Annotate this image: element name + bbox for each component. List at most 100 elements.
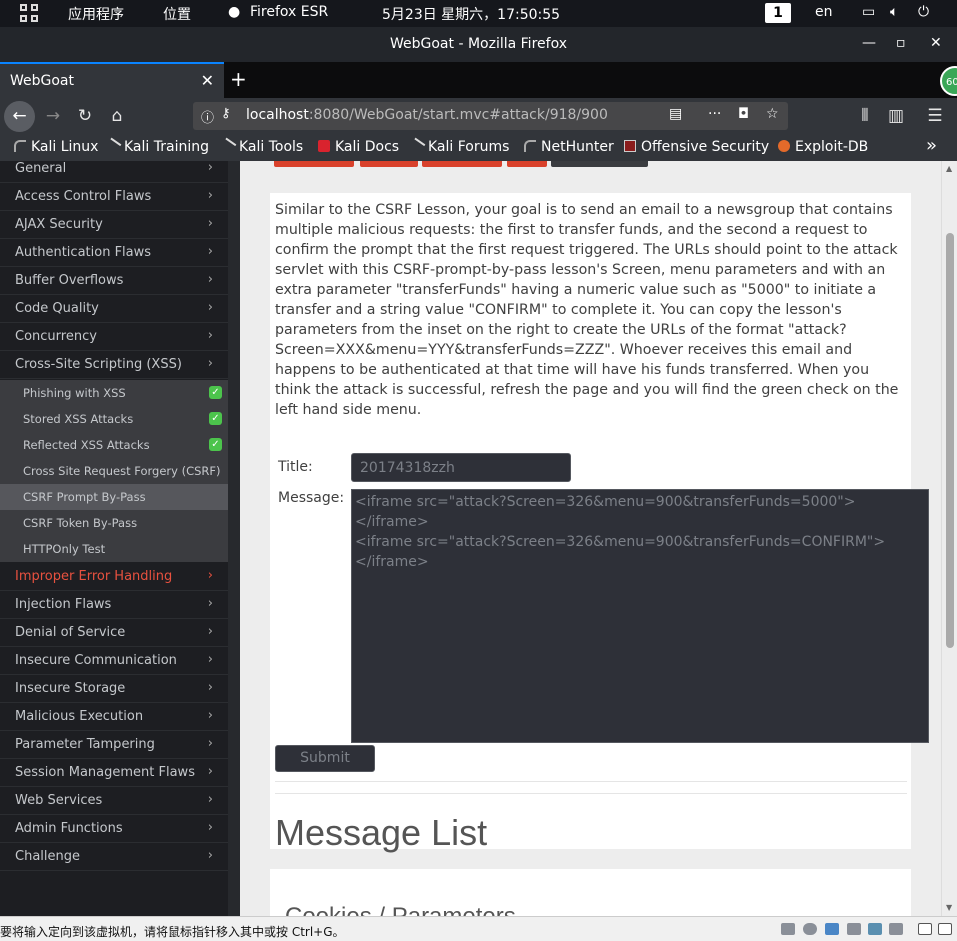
java-source-button[interactable]: [274, 161, 354, 167]
display-icon[interactable]: ▭: [862, 4, 875, 20]
restart-lesson-button[interactable]: [551, 161, 648, 167]
sidebar-category[interactable]: AJAX Security ›: [0, 211, 228, 239]
clock[interactable]: 5月23日 星期六，17:50:55: [382, 4, 560, 24]
page-scrollbar[interactable]: ▲ ▼: [941, 161, 957, 916]
lesson-plan-button[interactable]: [422, 161, 502, 167]
close-window-icon[interactable]: ✕: [930, 35, 942, 51]
scrollbar-thumb[interactable]: [946, 233, 954, 648]
sidebar-category[interactable]: Insecure Communication ›: [0, 647, 228, 675]
submit-button[interactable]: Submit: [275, 745, 375, 772]
info-icon[interactable]: ⓘ: [201, 107, 214, 126]
sidebar-category[interactable]: Improper Error Handling ›: [0, 563, 228, 591]
tab-strip: WebGoat ✕ +: [0, 62, 957, 98]
hdd-icon[interactable]: [781, 923, 795, 935]
printer-icon[interactable]: [847, 923, 861, 935]
url-text[interactable]: localhost:8080/WebGoat/start.mvc#attack/…: [246, 107, 608, 123]
workspace-indicator[interactable]: 1: [765, 3, 791, 23]
home-icon[interactable]: ⌂: [104, 103, 130, 129]
sidebar-category[interactable]: Insecure Storage ›: [0, 675, 228, 703]
chevron-right-icon: ›: [207, 328, 213, 343]
sidebar-lesson[interactable]: Cross Site Request Forgery (CSRF): [0, 458, 228, 484]
sidebar-category[interactable]: Injection Flaws ›: [0, 591, 228, 619]
library-icon[interactable]: ⫴: [852, 103, 878, 129]
message-textarea[interactable]: <iframe src="attack?Screen=326&menu=900&…: [351, 489, 929, 743]
hamburger-menu-icon[interactable]: ☰: [922, 103, 948, 129]
bookmark-kali-docs[interactable]: Kali Docs: [318, 139, 399, 155]
solution-button[interactable]: [360, 161, 418, 167]
title-input[interactable]: [351, 453, 571, 482]
sidebar-category-label: Admin Functions: [15, 821, 123, 836]
lesson-sidebar: General › Access Control Flaws › AJAX Securi…: [0, 160, 240, 916]
cd-icon[interactable]: [803, 923, 817, 935]
fullscreen-icon[interactable]: [918, 923, 932, 935]
sidebar-category-label: General: [15, 161, 67, 176]
minimize-icon[interactable]: —: [862, 35, 876, 51]
power-icon[interactable]: ⏻: [918, 4, 929, 20]
bookmark-nethunter[interactable]: NetHunter: [524, 139, 614, 155]
sidebar-category[interactable]: Authentication Flaws ›: [0, 239, 228, 267]
apps-grid-icon[interactable]: [20, 4, 38, 22]
sidebar-lesson[interactable]: Reflected XSS Attacks ✓: [0, 432, 228, 458]
volume-icon[interactable]: 🔈︎: [890, 4, 898, 20]
scroll-down-icon[interactable]: ▼: [946, 903, 952, 912]
bookmark-exploit-db[interactable]: Exploit-DB: [778, 139, 868, 155]
sidebar-category[interactable]: Denial of Service ›: [0, 619, 228, 647]
key-icon[interactable]: ⚷: [221, 106, 231, 121]
usb-icon[interactable]: [889, 923, 903, 935]
chevron-right-icon: ›: [207, 820, 213, 835]
sidebar-lesson[interactable]: CSRF Token By-Pass: [0, 510, 228, 536]
new-tab-icon[interactable]: +: [230, 67, 247, 91]
sidebar-category[interactable]: General ›: [0, 155, 228, 183]
bookmark-offensive-security[interactable]: Offensive Security: [624, 139, 769, 155]
view-icon[interactable]: [938, 923, 952, 935]
bookmark-label: Kali Tools: [239, 139, 304, 155]
bookmarks-overflow-icon[interactable]: »: [926, 135, 937, 156]
reader-view-icon[interactable]: ▤: [669, 106, 682, 122]
maximize-icon[interactable]: ▫: [896, 35, 906, 51]
tab-webgoat[interactable]: WebGoat ✕: [0, 62, 224, 98]
kali-dragon-icon: [14, 140, 26, 152]
bookmark-kali-forums[interactable]: Kali Forums: [408, 137, 509, 155]
sidebar-toggle-icon[interactable]: ▥: [883, 103, 909, 129]
places-menu[interactable]: 位置: [163, 4, 191, 24]
sidebar-category[interactable]: Web Services ›: [0, 787, 228, 815]
back-arrow-icon[interactable]: ←: [4, 101, 35, 132]
active-app-menu[interactable]: Firefox ESR: [250, 4, 328, 20]
sidebar-category[interactable]: Code Quality ›: [0, 295, 228, 323]
sidebar-category-label: Insecure Storage: [15, 681, 126, 696]
cookies-heading: Cookies / Parameters: [285, 903, 516, 916]
scroll-up-icon[interactable]: ▲: [946, 164, 952, 173]
keyboard-layout[interactable]: en: [815, 4, 833, 20]
sidebar-category-label: Authentication Flaws: [15, 245, 152, 260]
sidebar-category[interactable]: Access Control Flaws ›: [0, 183, 228, 211]
reload-icon[interactable]: ↻: [72, 103, 98, 129]
chevron-right-icon: ›: [207, 356, 213, 371]
url-bar[interactable]: ⓘ ⚷ localhost:8080/WebGoat/start.mvc#att…: [193, 102, 788, 130]
sidebar-category[interactable]: Cross-Site Scripting (XSS) ›: [0, 351, 228, 379]
sidebar-lesson[interactable]: HTTPOnly Test: [0, 536, 228, 562]
bookmark-kali-linux[interactable]: Kali Linux: [14, 139, 98, 155]
sidebar-lesson[interactable]: Phishing with XSS ✓: [0, 380, 228, 406]
bookmark-kali-tools[interactable]: Kali Tools: [219, 137, 304, 155]
forward-arrow-icon[interactable]: →: [40, 103, 66, 129]
sidebar-category[interactable]: Session Management Flaws ›: [0, 759, 228, 787]
sidebar-lesson[interactable]: Stored XSS Attacks ✓: [0, 406, 228, 432]
sidebar-category[interactable]: Malicious Execution ›: [0, 703, 228, 731]
chevron-right-icon: ›: [207, 244, 213, 259]
bookmark-kali-training[interactable]: Kali Training: [104, 137, 209, 155]
close-tab-icon[interactable]: ✕: [201, 71, 214, 90]
sidebar-category[interactable]: Buffer Overflows ›: [0, 267, 228, 295]
sidebar-category[interactable]: Admin Functions ›: [0, 815, 228, 843]
pocket-icon[interactable]: ◘: [738, 106, 749, 122]
page-actions-icon[interactable]: ···: [708, 106, 721, 122]
network-icon[interactable]: [825, 923, 839, 935]
sidebar-lesson[interactable]: CSRF Prompt By-Pass: [0, 484, 228, 510]
sidebar-category[interactable]: Concurrency ›: [0, 323, 228, 351]
hints-button[interactable]: [507, 161, 547, 167]
applications-menu[interactable]: 应用程序: [68, 4, 124, 24]
chevron-right-icon: ›: [207, 568, 213, 583]
sidebar-category[interactable]: Parameter Tampering ›: [0, 731, 228, 759]
bookmark-star-icon[interactable]: ☆: [766, 106, 779, 122]
sound-icon[interactable]: [868, 923, 882, 935]
sidebar-category[interactable]: Challenge ›: [0, 843, 228, 871]
